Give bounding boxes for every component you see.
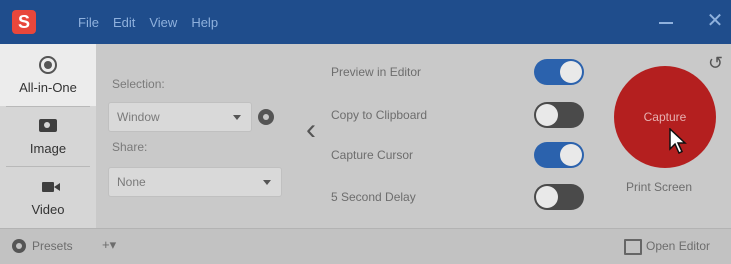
minimize-button[interactable] bbox=[656, 12, 676, 32]
option-capture-cursor: Capture Cursor bbox=[331, 148, 414, 162]
menu-file[interactable]: File bbox=[78, 15, 99, 30]
menu-edit[interactable]: Edit bbox=[113, 15, 135, 30]
toggle-knob bbox=[560, 144, 582, 166]
capture-button[interactable]: Capture bbox=[614, 66, 716, 168]
snagit-capture-window: S File Edit View Help ✕ All-in-One Image… bbox=[0, 0, 731, 264]
capture-shortcut: Print Screen bbox=[626, 180, 693, 194]
mode-label: Video bbox=[31, 201, 65, 217]
share-dropdown[interactable]: None bbox=[108, 167, 282, 197]
presets-gear-icon[interactable] bbox=[12, 239, 26, 253]
selection-dropdown[interactable]: Window bbox=[108, 102, 252, 132]
title-bar: S File Edit View Help ✕ bbox=[0, 0, 731, 44]
option-preview-in-editor: Preview in Editor bbox=[331, 65, 422, 79]
toggle-5-second-delay[interactable] bbox=[534, 184, 584, 210]
toggle-capture-cursor[interactable] bbox=[534, 142, 584, 168]
mode-sidebar: All-in-One Image Video bbox=[0, 44, 96, 228]
mode-all-in-one[interactable]: All-in-One bbox=[0, 44, 96, 106]
gear-icon[interactable] bbox=[258, 109, 274, 125]
app-logo-icon: S bbox=[12, 10, 36, 34]
mouse-cursor-icon bbox=[669, 128, 687, 154]
chevron-down-icon bbox=[263, 180, 271, 185]
chevron-down-icon bbox=[233, 115, 241, 120]
menu-bar: File Edit View Help bbox=[78, 0, 218, 44]
menu-help[interactable]: Help bbox=[191, 15, 218, 30]
camera-icon bbox=[38, 117, 58, 135]
share-value: None bbox=[117, 175, 146, 189]
share-label: Share: bbox=[112, 140, 148, 154]
toggle-knob bbox=[560, 61, 582, 83]
toggle-knob bbox=[536, 104, 558, 126]
video-icon bbox=[38, 178, 60, 196]
open-editor-button[interactable]: Open Editor bbox=[646, 239, 710, 253]
selection-value: Window bbox=[117, 110, 160, 124]
add-preset-button[interactable]: +▾ bbox=[102, 237, 116, 253]
mode-label: All-in-One bbox=[19, 79, 77, 95]
mode-video[interactable]: Video bbox=[0, 166, 96, 228]
selection-label: Selection: bbox=[112, 77, 165, 91]
menu-view[interactable]: View bbox=[149, 15, 177, 30]
bottom-bar: Presets +▾ Open Editor bbox=[0, 228, 731, 264]
close-button[interactable]: ✕ bbox=[704, 9, 726, 33]
capture-label: Capture bbox=[643, 110, 687, 124]
radio-icon bbox=[38, 55, 58, 74]
presets-label[interactable]: Presets bbox=[32, 239, 73, 253]
toggle-copy-to-clipboard[interactable] bbox=[534, 102, 584, 128]
toggle-knob bbox=[536, 186, 558, 208]
reset-icon[interactable]: ↺ bbox=[708, 54, 726, 72]
toggle-preview-in-editor[interactable] bbox=[534, 59, 584, 85]
mode-image[interactable]: Image bbox=[0, 106, 96, 166]
open-editor-icon[interactable] bbox=[624, 239, 642, 255]
option-5-second-delay: 5 Second Delay bbox=[331, 190, 416, 204]
mode-label: Image bbox=[29, 140, 67, 156]
collapse-chevron-icon[interactable]: ‹ bbox=[306, 115, 324, 145]
option-copy-to-clipboard: Copy to Clipboard bbox=[331, 108, 428, 122]
